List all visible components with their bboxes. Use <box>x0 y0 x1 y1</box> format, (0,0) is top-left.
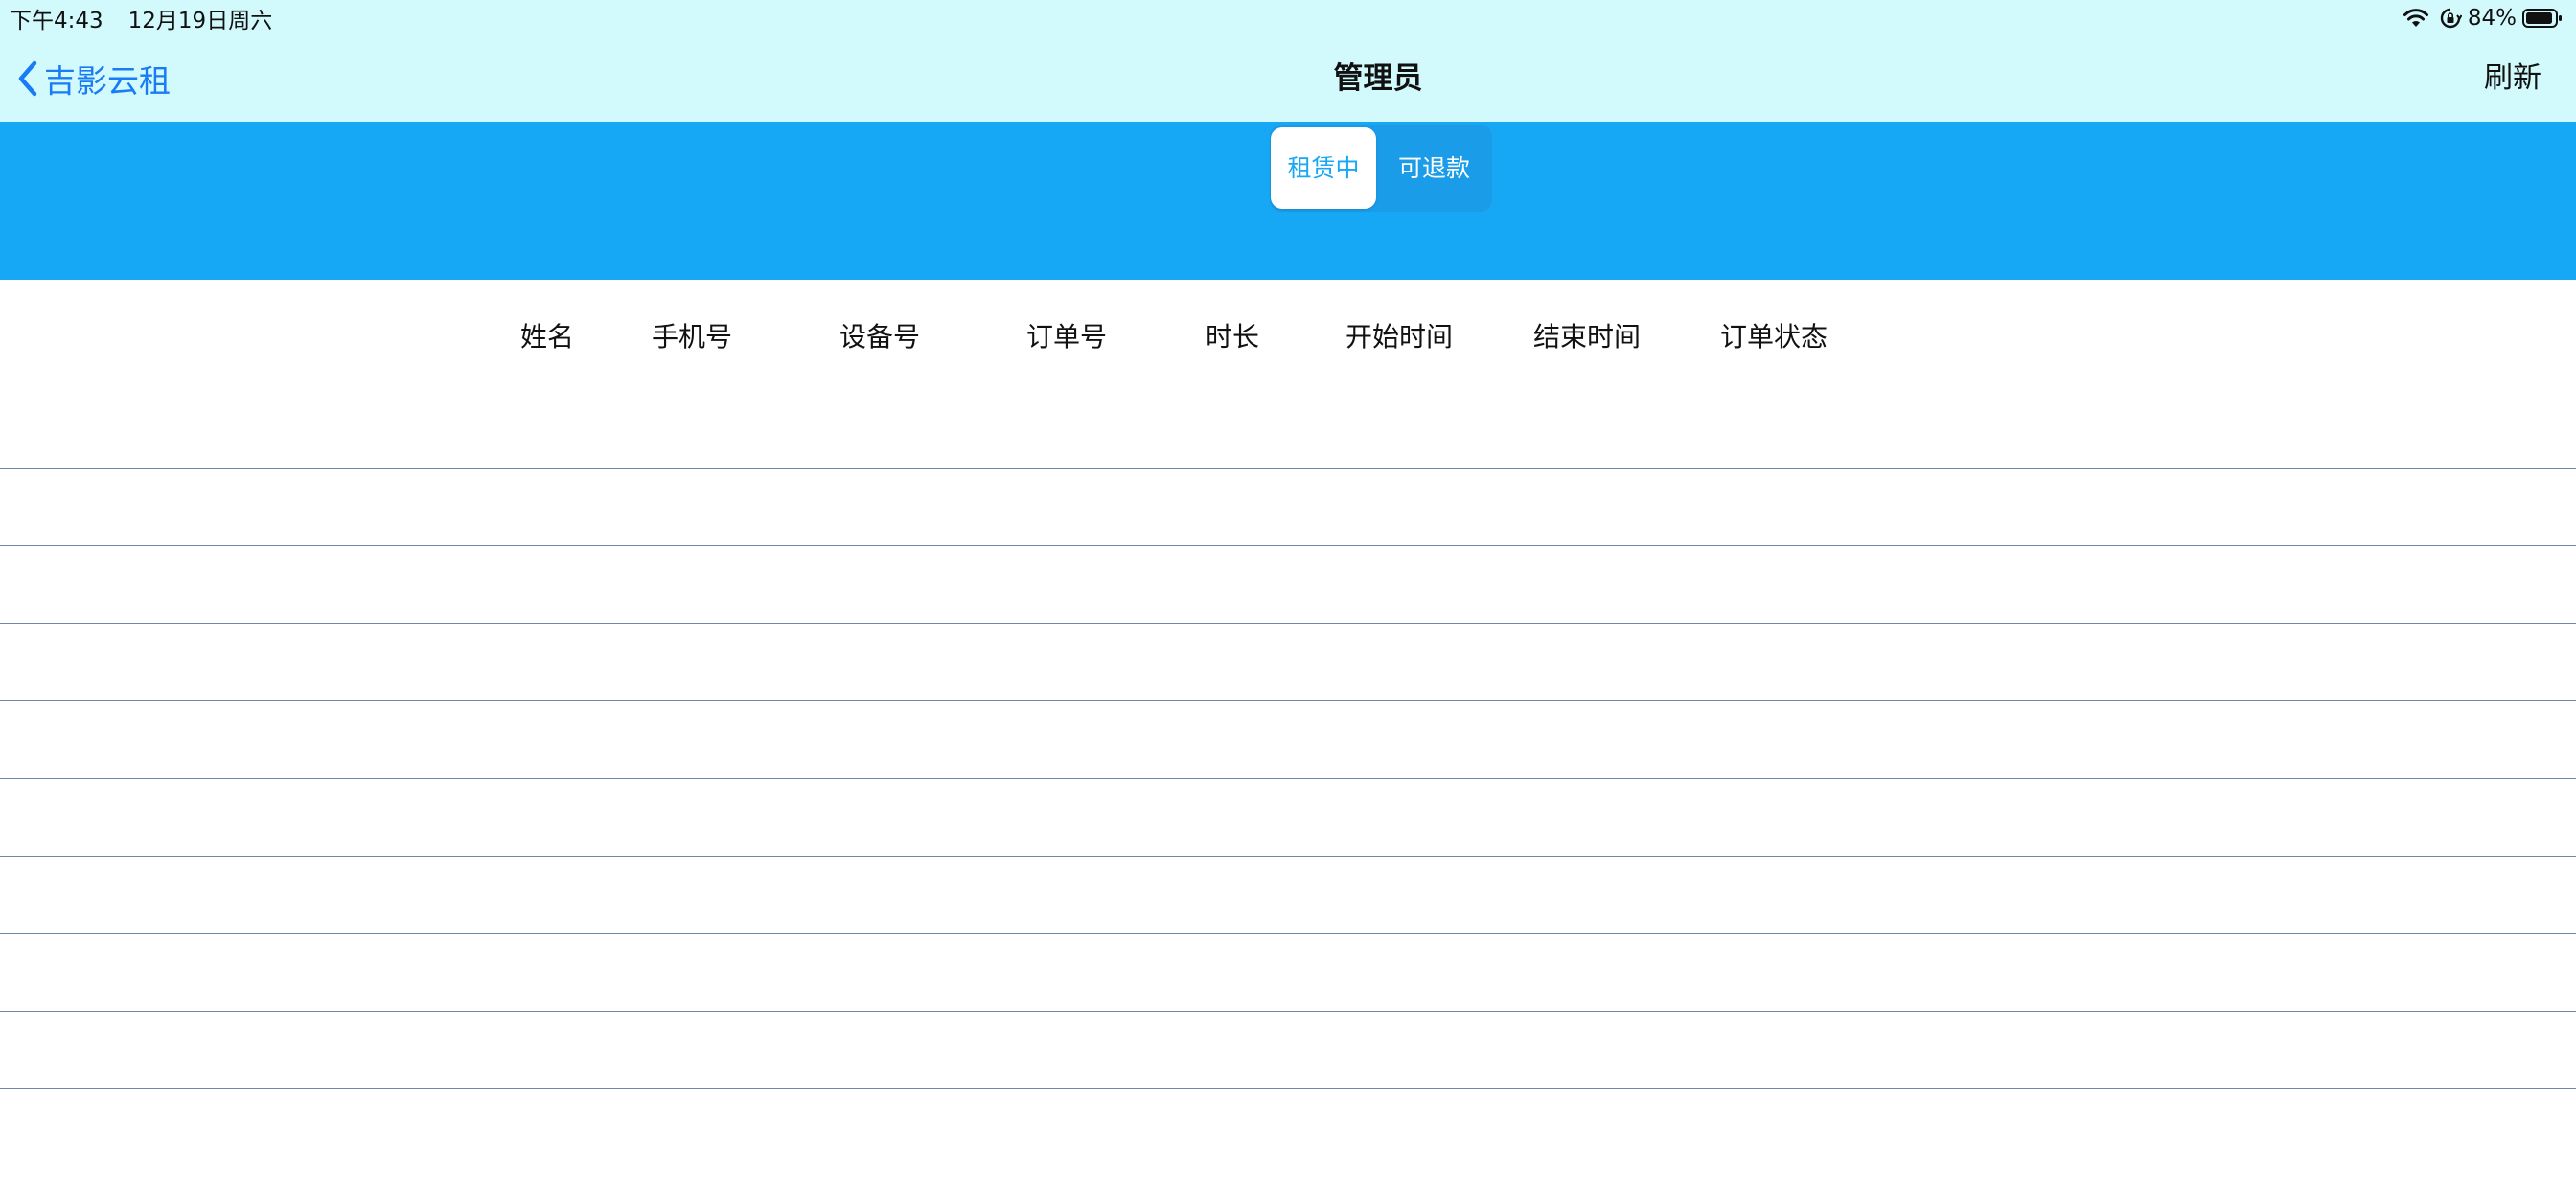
status-time: 下午4:43 <box>10 9 104 34</box>
refresh-button[interactable]: 刷新 <box>2484 57 2542 100</box>
table-row[interactable] <box>0 1011 2576 1088</box>
table-row[interactable] <box>0 1088 2576 1166</box>
wifi-icon <box>2403 8 2429 29</box>
status-segmented-control: 租赁中 可退款 <box>1270 125 1492 212</box>
table-row[interactable] <box>0 700 2576 778</box>
table-row[interactable] <box>0 623 2576 700</box>
status-bar-right: 84% <box>2403 3 2563 34</box>
segment-refundable[interactable]: 可退款 <box>1379 127 1489 209</box>
order-table[interactable] <box>0 468 2576 1190</box>
column-header-phone: 手机号 <box>651 321 733 353</box>
table-header: 姓名 手机号 设备号 订单号 时长 开始时间 结束时间 订单状态 <box>0 280 2576 468</box>
column-header-device: 设备号 <box>839 321 921 353</box>
column-header-end-time: 结束时间 <box>1532 321 1642 353</box>
column-header-name: 姓名 <box>519 321 575 353</box>
chevron-left-icon <box>18 60 37 97</box>
table-row[interactable] <box>0 545 2576 623</box>
column-header-order: 订单号 <box>1025 321 1108 353</box>
segment-renting[interactable]: 租赁中 <box>1271 127 1376 209</box>
status-bar-left: 下午4:43 12月19日周六 <box>10 3 272 34</box>
top-header: 下午4:43 12月19日周六 84% 吉影云租 管理员 刷新 <box>0 0 2576 122</box>
back-button[interactable]: 吉影云租 <box>17 57 171 100</box>
filter-band: 租赁中 可退款 <box>0 122 2576 280</box>
battery-icon <box>2522 8 2563 29</box>
column-header-order-status: 订单状态 <box>1719 321 1828 353</box>
column-header-duration: 时长 <box>1205 321 1260 353</box>
table-row[interactable] <box>0 856 2576 933</box>
battery-percent: 84% <box>2467 6 2517 31</box>
column-header-start-time: 开始时间 <box>1345 321 1454 353</box>
table-row[interactable] <box>0 778 2576 856</box>
table-row[interactable] <box>0 933 2576 1011</box>
back-label: 吉影云租 <box>44 62 171 100</box>
orientation-lock-icon <box>2439 7 2462 30</box>
status-date: 12月19日周六 <box>127 9 273 34</box>
page-title: 管理员 <box>1333 61 1423 96</box>
table-row[interactable] <box>0 468 2576 545</box>
